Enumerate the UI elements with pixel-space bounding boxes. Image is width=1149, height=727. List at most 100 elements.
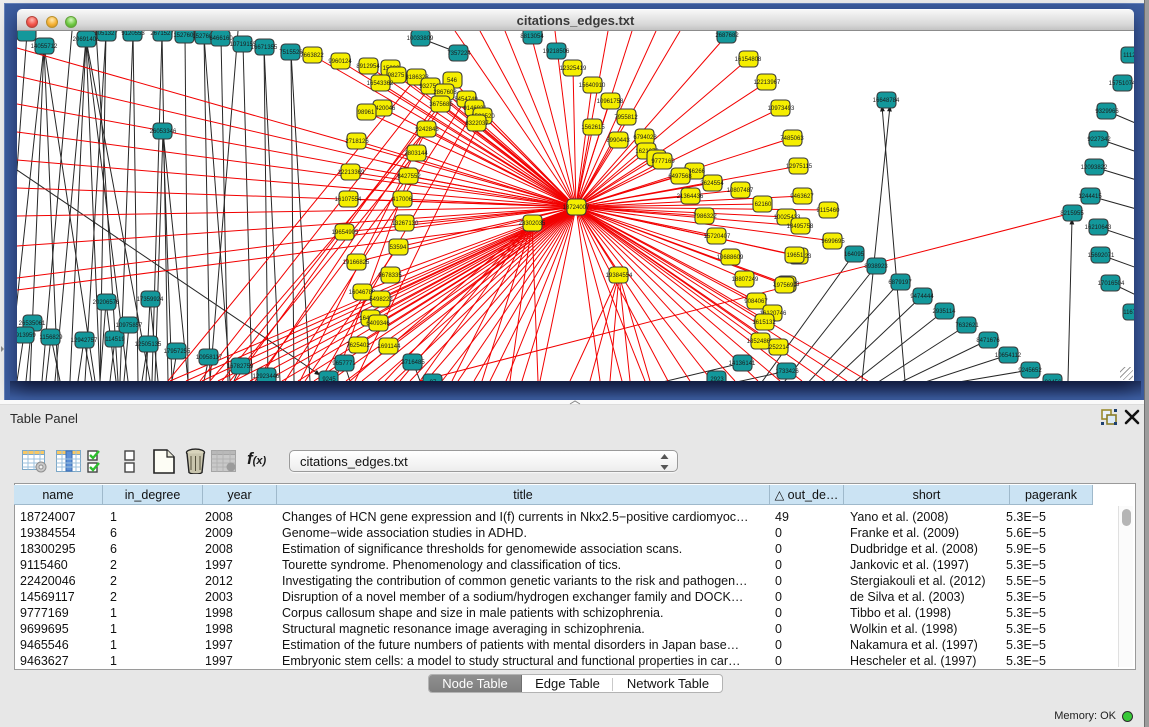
svg-text:19654905: 19654905 (332, 230, 359, 236)
svg-text:2803144: 2803144 (404, 151, 428, 157)
svg-text:9657771: 9657771 (332, 361, 356, 367)
svg-text:417006: 417006 (392, 197, 413, 203)
svg-text:12975115: 12975115 (786, 164, 813, 170)
svg-text:12942757: 12942757 (71, 338, 98, 344)
svg-text:2923: 2923 (710, 377, 724, 381)
svg-text:98961: 98961 (358, 110, 375, 116)
svg-text:12505135: 12505135 (135, 342, 162, 348)
svg-text:26535061: 26535061 (19, 321, 46, 327)
svg-text:10654112: 10654112 (995, 353, 1022, 359)
svg-text:14055712: 14055712 (31, 44, 58, 50)
svg-text:53594: 53594 (390, 245, 407, 251)
svg-text:9960124: 9960124 (328, 59, 352, 65)
svg-text:21364436: 21364436 (677, 194, 704, 200)
svg-text:16543362: 16543362 (367, 81, 394, 87)
svg-text:5498222: 5498222 (369, 297, 393, 303)
svg-text:9245: 9245 (322, 377, 336, 381)
svg-text:16671355: 16671355 (251, 45, 278, 51)
svg-text:3913959: 3913959 (17, 333, 36, 339)
svg-text:116753: 116753 (1123, 310, 1134, 316)
svg-text:16782759: 16782759 (227, 364, 254, 370)
svg-text:114519: 114519 (105, 337, 125, 343)
svg-text:2935114: 2935114 (933, 309, 957, 315)
svg-text:11123: 11123 (1123, 53, 1134, 59)
svg-text:2718126: 2718126 (345, 139, 369, 145)
svg-text:7955812: 7955812 (614, 115, 638, 121)
svg-text:18495758: 18495758 (787, 224, 814, 230)
svg-text:9463627: 9463627 (790, 194, 814, 200)
svg-text:17957255: 17957255 (164, 349, 191, 355)
svg-text:8912954: 8912954 (356, 64, 380, 70)
svg-text:1733426: 1733426 (775, 369, 799, 375)
svg-text:16648784: 16648784 (873, 98, 900, 104)
svg-text:7485063: 7485063 (780, 136, 804, 142)
svg-text:20691406: 20691406 (73, 37, 100, 43)
svg-text:8678335: 8678335 (378, 273, 402, 279)
svg-text:7357224: 7357224 (447, 51, 471, 57)
svg-text:7632621: 7632621 (955, 323, 979, 329)
svg-text:2671527: 2671527 (150, 31, 174, 37)
svg-text:10975857: 10975857 (116, 323, 143, 329)
svg-text:12923446: 12923446 (253, 374, 280, 380)
svg-text:19166825: 19166825 (343, 260, 370, 266)
svg-text:62160: 62160 (755, 202, 772, 208)
svg-text:6879197: 6879197 (888, 280, 912, 286)
svg-text:7625402: 7625402 (346, 343, 370, 349)
svg-text:8938923: 8938923 (864, 264, 888, 270)
svg-text:20206576: 20206576 (93, 300, 120, 306)
svg-text:10973493: 10973493 (768, 106, 795, 112)
svg-text:8427552: 8427552 (397, 174, 421, 180)
svg-text:15692071: 15692071 (1088, 253, 1115, 259)
svg-text:10961758: 10961758 (597, 99, 624, 105)
svg-text:9777169: 9777169 (651, 159, 675, 165)
svg-text:9120553: 9120553 (121, 31, 145, 37)
svg-text:16107554: 16107554 (335, 197, 362, 203)
svg-text:17016504: 17016504 (1098, 281, 1125, 287)
svg-text:15751074: 15751074 (1109, 81, 1134, 87)
svg-text:9084067: 9084067 (744, 299, 768, 305)
svg-text:19651: 19651 (787, 253, 804, 259)
svg-text:10958117: 10958117 (196, 355, 223, 361)
svg-text:23302035: 23302035 (519, 221, 546, 227)
svg-text:9242848: 9242848 (415, 127, 439, 133)
svg-text:10688609: 10688609 (717, 255, 744, 261)
svg-text:12325419: 12325419 (560, 66, 587, 72)
svg-text:19384554: 19384554 (606, 273, 633, 279)
svg-text:1156829: 1156829 (40, 335, 64, 341)
svg-text:1244415: 1244415 (1078, 194, 1102, 200)
svg-text:7663822: 7663822 (300, 53, 324, 59)
svg-text:3675685: 3675685 (429, 102, 453, 108)
svg-text:18807249: 18807249 (732, 277, 759, 283)
svg-text:3716485: 3716485 (401, 360, 425, 366)
svg-text:10807487: 10807487 (727, 188, 754, 194)
svg-text:9699695: 9699695 (821, 239, 845, 245)
svg-text:1562615: 1562615 (581, 125, 605, 131)
svg-text:1975692: 1975692 (773, 283, 797, 289)
svg-text:9245652: 9245652 (1018, 368, 1042, 374)
svg-text:8322037: 8322037 (465, 121, 489, 127)
svg-text:92456: 92456 (1045, 380, 1062, 381)
svg-text:1051327: 1051327 (94, 31, 118, 37)
svg-text:19218506: 19218506 (543, 49, 570, 55)
svg-text:252214: 252214 (769, 345, 790, 351)
svg-text:9227342: 9227342 (1087, 137, 1111, 143)
svg-text:9115460: 9115460 (817, 208, 841, 214)
svg-text:6794028: 6794028 (633, 135, 657, 141)
svg-text:8215955: 8215955 (1060, 211, 1084, 217)
svg-text:9329966: 9329966 (1095, 109, 1119, 115)
svg-text:3624554: 3624554 (700, 181, 724, 187)
svg-text:546: 546 (447, 78, 458, 84)
svg-text:97: 97 (430, 380, 437, 381)
svg-text:8813054: 8813054 (520, 34, 544, 40)
svg-text:12213967: 12213967 (754, 80, 781, 86)
svg-text:10033809: 10033809 (407, 36, 434, 42)
svg-text:2687682: 2687682 (715, 33, 739, 39)
svg-text:8471676: 8471676 (976, 338, 1000, 344)
svg-text:15720407: 15720407 (704, 234, 731, 240)
svg-text:14136141: 14136141 (729, 361, 756, 367)
svg-text:13267130: 13267130 (392, 221, 419, 227)
svg-text:8990443: 8990443 (606, 138, 630, 144)
svg-text:12213369: 12213369 (338, 170, 365, 176)
svg-text:7986322: 7986322 (693, 214, 717, 220)
svg-text:9474444: 9474444 (910, 294, 934, 300)
